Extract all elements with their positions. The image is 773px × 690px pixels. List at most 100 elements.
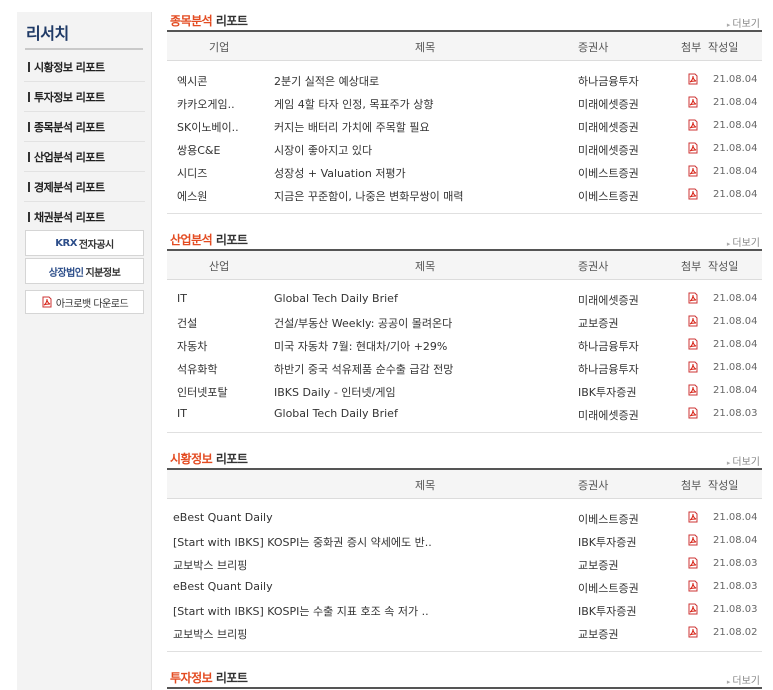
more-link[interactable]: 더보기 [727, 672, 760, 687]
pdf-icon[interactable] [687, 361, 699, 373]
row-date: 21.08.04 [713, 120, 758, 131]
pdf-icon[interactable] [687, 142, 699, 154]
row-title-link[interactable]: 하반기 중국 석유제품 순수출 급감 전망 [274, 361, 453, 377]
table-row: 석유화학 하반기 중국 석유제품 순수출 급감 전망 하나금융투자 21.08.04 [167, 356, 762, 379]
row-broker: 하나금융투자 [578, 363, 639, 376]
pdf-icon[interactable] [687, 73, 699, 85]
table-row: IT Global Tech Daily Brief 미래에셋증권 21.08.03 [167, 402, 762, 425]
header-attach: 첨부 [681, 479, 702, 492]
row-category[interactable]: 시디즈 [177, 165, 207, 181]
header-broker: 증권사 [578, 479, 609, 492]
table-row: 교보박스 브리핑 교보증권 21.08.03 [167, 552, 762, 575]
row-category[interactable]: 인터넷포탈 [177, 384, 228, 400]
more-link[interactable]: 더보기 [727, 453, 760, 468]
header-company: 기업 [209, 41, 230, 54]
row-category[interactable]: 엑시콘 [177, 73, 207, 89]
row-title-link[interactable]: [Start with IBKS] KOSPI는 중화권 증시 약세에도 반.. [173, 534, 432, 550]
table-header-line [167, 687, 762, 689]
bullet-bar [28, 91, 30, 102]
pdf-icon[interactable] [687, 315, 699, 327]
row-title-link[interactable]: Global Tech Daily Brief [274, 407, 398, 420]
listed-text: 지분정보 [85, 267, 121, 279]
row-title-link[interactable]: eBest Quant Daily [173, 580, 273, 593]
row-title-link[interactable]: IBKS Daily - 인터넷/게임 [274, 384, 396, 400]
row-title-link[interactable]: Global Tech Daily Brief [274, 292, 398, 305]
row-broker: 교보증권 [578, 628, 619, 641]
pdf-icon[interactable] [687, 626, 699, 638]
pdf-icon[interactable] [687, 384, 699, 396]
row-date: 21.08.04 [713, 143, 758, 154]
table-header: 기업 제목 증권사 첨부 작성일 [167, 30, 762, 61]
row-broker: 이베스트증권 [578, 190, 639, 203]
section-title-accent: 투자정보 [170, 671, 213, 685]
row-category[interactable]: IT [177, 407, 187, 420]
sidebar-item-economy[interactable]: 경제분석 리포트 [24, 172, 145, 202]
bullet-bar [28, 211, 30, 222]
pdf-icon[interactable] [687, 557, 699, 569]
header-date: 작성일 [708, 260, 739, 273]
row-category[interactable]: SK이노베이.. [177, 119, 239, 135]
sidebar-item-invest[interactable]: 투자정보 리포트 [24, 82, 145, 112]
row-category[interactable]: 건설 [177, 315, 197, 331]
pdf-icon[interactable] [687, 534, 699, 546]
row-broker: 이베스트증권 [578, 582, 639, 595]
pdf-icon [41, 296, 53, 308]
section-header: 종목분석 리포트 더보기 [167, 10, 762, 30]
bullet-bar [28, 121, 30, 132]
row-title-link[interactable]: 교보박스 브리핑 [173, 557, 247, 573]
row-category[interactable]: 쌍용C&E [177, 142, 220, 158]
more-link[interactable]: 더보기 [727, 234, 760, 249]
listed-label: 상장법인 [48, 267, 84, 279]
pdf-icon[interactable] [687, 119, 699, 131]
row-title-link[interactable]: 게임 4할 타자 인정, 목표주가 상향 [274, 96, 434, 112]
sidebar-menu: 시황정보 리포트 투자정보 리포트 종목분석 리포트 산업분석 리포트 경제분석… [24, 52, 145, 231]
row-date: 21.08.04 [713, 512, 758, 523]
row-title-link[interactable]: 지금은 꾸준함이, 나중은 변화무쌍이 매력 [274, 188, 464, 204]
table-row: eBest Quant Daily 이베스트증권 21.08.04 [167, 506, 762, 529]
row-title-link[interactable]: [Start with IBKS] KOSPI는 수출 지표 호조 속 저가 .… [173, 603, 429, 619]
row-title-link[interactable]: 커지는 배터리 가치에 주목할 필요 [274, 119, 430, 135]
section-header: 투자정보 리포트 더보기 [167, 667, 762, 687]
row-category[interactable]: 석유화학 [177, 361, 217, 377]
row-title-link[interactable]: 성장성 + Valuation 저평가 [274, 165, 406, 181]
table-row: [Start with IBKS] KOSPI는 중화권 증시 약세에도 반..… [167, 529, 762, 552]
row-title-link[interactable]: eBest Quant Daily [173, 511, 273, 524]
pdf-icon[interactable] [687, 338, 699, 350]
row-title-link[interactable]: 건설/부동산 Weekly: 공공이 몰려온다 [274, 315, 452, 331]
pdf-icon[interactable] [687, 407, 699, 419]
row-date: 21.08.04 [713, 362, 758, 373]
sidebar-item-stock[interactable]: 종목분석 리포트 [24, 112, 145, 142]
pdf-icon[interactable] [687, 511, 699, 523]
sidebar-item-bond[interactable]: 채권분석 리포트 [24, 202, 145, 231]
row-category[interactable]: 에스원 [177, 188, 207, 204]
row-title-link[interactable]: 미국 자동차 7월: 현대차/기아 +29% [274, 338, 447, 354]
row-title-link[interactable]: 2분기 실적은 예상대로 [274, 73, 379, 89]
row-broker: 미래에셋증권 [578, 144, 639, 157]
pdf-icon[interactable] [687, 292, 699, 304]
pdf-icon[interactable] [687, 188, 699, 200]
header-title: 제목 [415, 260, 436, 273]
more-link[interactable]: 더보기 [727, 15, 760, 30]
row-title-link[interactable]: 시장이 좋아지고 있다 [274, 142, 372, 158]
pdf-icon[interactable] [687, 580, 699, 592]
row-category[interactable]: 카카오게임.. [177, 96, 235, 112]
row-category[interactable]: IT [177, 292, 187, 305]
section-title-accent: 시황정보 [170, 452, 213, 466]
row-date: 21.08.04 [713, 189, 758, 200]
row-title-link[interactable]: 교보박스 브리핑 [173, 626, 247, 642]
pdf-icon[interactable] [687, 165, 699, 177]
pdf-icon[interactable] [687, 603, 699, 615]
row-broker: 미래에셋증권 [578, 409, 639, 422]
row-date: 21.08.03 [713, 558, 758, 569]
row-broker: 교보증권 [578, 559, 619, 572]
pdf-icon[interactable] [687, 96, 699, 108]
row-category[interactable]: 자동차 [177, 338, 207, 354]
row-broker: 교보증권 [578, 317, 619, 330]
listed-company-button[interactable]: 상장법인 지분정보 [25, 258, 144, 284]
acrobat-download-button[interactable]: 아크로뱃 다운로드 [25, 290, 144, 314]
row-broker: IBK투자증권 [578, 605, 637, 618]
krx-disclosure-button[interactable]: KRX 전자공시 [25, 230, 144, 256]
sidebar-item-market[interactable]: 시황정보 리포트 [24, 52, 145, 82]
sidebar-item-industry[interactable]: 산업분석 리포트 [24, 142, 145, 172]
header-date: 작성일 [708, 41, 739, 54]
